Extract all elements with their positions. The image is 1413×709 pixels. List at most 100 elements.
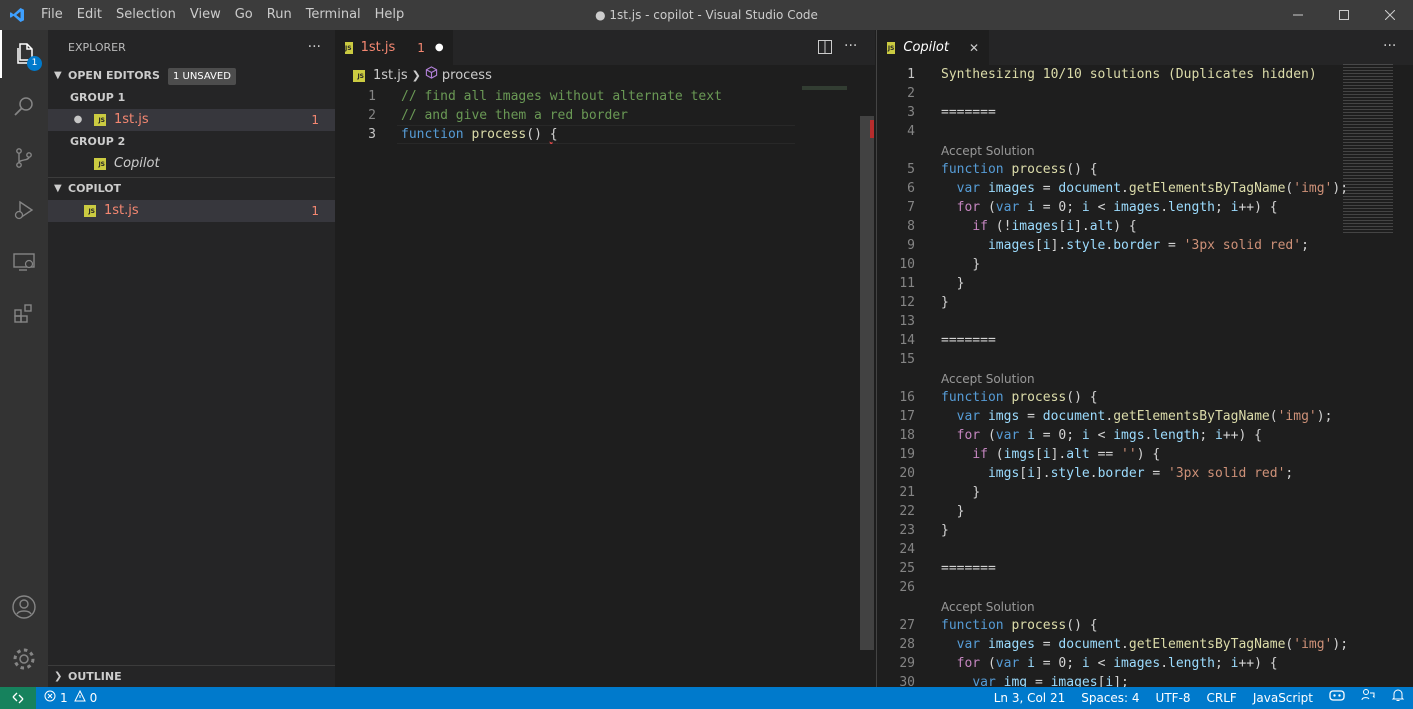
editor-group-1: JS 1st.js 1 ● ··· JS 1st.js ❯ process 1 … bbox=[335, 30, 875, 687]
line-number: 3 bbox=[368, 127, 376, 142]
menu-terminal[interactable]: Terminal bbox=[299, 0, 368, 30]
warning-icon bbox=[73, 687, 86, 709]
minimap[interactable] bbox=[802, 86, 847, 90]
remote-explorer-icon[interactable] bbox=[0, 238, 48, 286]
notifications-bell-icon[interactable] bbox=[1383, 687, 1413, 709]
close-tab-icon[interactable]: ✕ bbox=[969, 41, 979, 55]
line-number: 7 bbox=[907, 200, 915, 215]
title-bar: File Edit Selection View Go Run Terminal… bbox=[0, 0, 1413, 30]
remote-icon[interactable] bbox=[0, 687, 36, 709]
code-line: function process() { bbox=[941, 390, 1098, 405]
line-number: 9 bbox=[907, 238, 915, 253]
account-icon[interactable] bbox=[0, 583, 48, 631]
problems-status[interactable]: 1 0 bbox=[36, 687, 105, 709]
unsaved-dot-icon[interactable]: ● bbox=[435, 42, 444, 53]
menu-help[interactable]: Help bbox=[368, 0, 412, 30]
folder-file-1st-js[interactable]: JS 1st.js 1 bbox=[48, 200, 335, 222]
split-editor-icon[interactable] bbox=[818, 40, 832, 58]
line-number: 29 bbox=[899, 656, 915, 671]
maximize-icon[interactable] bbox=[1321, 0, 1367, 30]
editor-group-2: JS Copilot ✕ ··· 1 Synthesizing 10/10 sol… bbox=[876, 30, 1413, 690]
unsaved-dot-icon[interactable]: ● bbox=[62, 109, 94, 131]
language-mode[interactable]: JavaScript bbox=[1245, 687, 1321, 709]
code-line: images[i].style.border = '3px solid red'… bbox=[987, 238, 1309, 253]
menu-view[interactable]: View bbox=[183, 0, 228, 30]
copilot-icon[interactable] bbox=[1321, 687, 1353, 709]
group1-label: GROUP 1 bbox=[70, 91, 126, 104]
line-number: 13 bbox=[899, 314, 915, 329]
open-editor-1st-js[interactable]: ● JS 1st.js 1 bbox=[48, 109, 335, 131]
window-controls bbox=[1275, 0, 1413, 30]
tab-1st-js[interactable]: JS 1st.js 1 ● bbox=[335, 30, 453, 65]
code-line: for (var i = 0; i < imgs.length; i++) { bbox=[956, 428, 1262, 443]
source-control-icon[interactable] bbox=[0, 134, 48, 182]
line-number: 19 bbox=[899, 447, 915, 462]
vscode-logo-icon bbox=[0, 0, 34, 30]
code-line: for (var i = 0; i < images.length; i++) … bbox=[956, 656, 1278, 671]
encoding[interactable]: UTF-8 bbox=[1148, 687, 1199, 709]
problem-count: 1 bbox=[311, 113, 319, 127]
menu-edit[interactable]: Edit bbox=[70, 0, 109, 30]
feedback-icon[interactable] bbox=[1353, 687, 1383, 709]
explorer-badge: 1 bbox=[27, 56, 42, 71]
accept-solution-link[interactable]: Accept Solution bbox=[941, 598, 1035, 617]
more-actions-icon[interactable]: ··· bbox=[1383, 38, 1396, 54]
chevron-right-icon: ❯ bbox=[54, 671, 63, 682]
end-of-line[interactable]: CRLF bbox=[1199, 687, 1245, 709]
editor1-tabbar: JS 1st.js 1 ● ··· bbox=[335, 30, 875, 65]
editor2-tabbar: JS Copilot ✕ ··· bbox=[877, 30, 1413, 65]
search-icon[interactable] bbox=[0, 82, 48, 130]
outline-header[interactable]: ❯ OUTLINE bbox=[48, 666, 335, 688]
error-icon bbox=[44, 687, 56, 709]
outline-label: OUTLINE bbox=[68, 670, 122, 683]
menu-selection[interactable]: Selection bbox=[109, 0, 183, 30]
tab-copilot[interactable]: JS Copilot ✕ bbox=[877, 30, 989, 65]
line-number: 21 bbox=[899, 485, 915, 500]
open-editor-copilot-name: Copilot bbox=[114, 156, 160, 171]
menu-go[interactable]: Go bbox=[228, 0, 260, 30]
folder-filename: 1st.js bbox=[104, 203, 139, 218]
code-line: var images = document.getElementsByTagNa… bbox=[956, 637, 1349, 652]
accept-solution-link[interactable]: Accept Solution bbox=[941, 142, 1035, 161]
line-number: 12 bbox=[899, 295, 915, 310]
more-actions-icon[interactable]: ··· bbox=[308, 30, 321, 65]
warning-count: 0 bbox=[89, 691, 98, 705]
open-editor-filename: 1st.js bbox=[114, 112, 149, 127]
chevron-down-icon: ▼ bbox=[54, 70, 62, 81]
menu-run[interactable]: Run bbox=[260, 0, 299, 30]
problem-count: 1 bbox=[311, 204, 319, 218]
breadcrumb-symbol[interactable]: process bbox=[442, 65, 492, 87]
close-window-icon[interactable] bbox=[1367, 0, 1413, 30]
folder-header[interactable]: ▼ COPILOT bbox=[48, 178, 335, 200]
code-line: // and give them a red border bbox=[401, 108, 628, 123]
open-editor-copilot[interactable]: JS Copilot bbox=[48, 153, 335, 175]
run-debug-icon[interactable] bbox=[0, 186, 48, 234]
code-line: function process() { bbox=[941, 618, 1098, 633]
open-editors-header[interactable]: ▼ OPEN EDITORS 1 UNSAVED bbox=[48, 65, 335, 87]
line-number: 22 bbox=[899, 504, 915, 519]
line-number: 5 bbox=[907, 162, 915, 177]
symbol-method-icon bbox=[425, 65, 438, 87]
cursor-position[interactable]: Ln 3, Col 21 bbox=[986, 687, 1074, 709]
more-actions-icon[interactable]: ··· bbox=[844, 38, 857, 54]
group2-label: GROUP 2 bbox=[70, 135, 126, 148]
breadcrumb-file[interactable]: 1st.js bbox=[373, 65, 408, 87]
minimap[interactable] bbox=[1343, 64, 1393, 234]
extensions-icon[interactable] bbox=[0, 290, 48, 338]
chevron-down-icon: ▼ bbox=[54, 183, 62, 194]
activity-bar: 1 bbox=[0, 30, 48, 687]
tab-1st-js-label: 1st.js bbox=[360, 40, 396, 55]
line-number: 17 bbox=[899, 409, 915, 424]
chevron-right-icon: ❯ bbox=[411, 69, 421, 82]
line-number: 27 bbox=[899, 618, 915, 633]
code-line: function process() { bbox=[401, 127, 558, 142]
minimize-icon[interactable] bbox=[1275, 0, 1321, 30]
accept-solution-link[interactable]: Accept Solution bbox=[941, 370, 1035, 389]
js-file-icon: JS bbox=[94, 114, 106, 126]
menu-file[interactable]: File bbox=[34, 0, 70, 30]
js-file-icon: JS bbox=[887, 41, 896, 54]
line-number: 23 bbox=[899, 523, 915, 538]
indentation[interactable]: Spaces: 4 bbox=[1073, 687, 1147, 709]
manage-gear-icon[interactable] bbox=[0, 635, 48, 683]
explorer-icon[interactable]: 1 bbox=[0, 30, 48, 78]
